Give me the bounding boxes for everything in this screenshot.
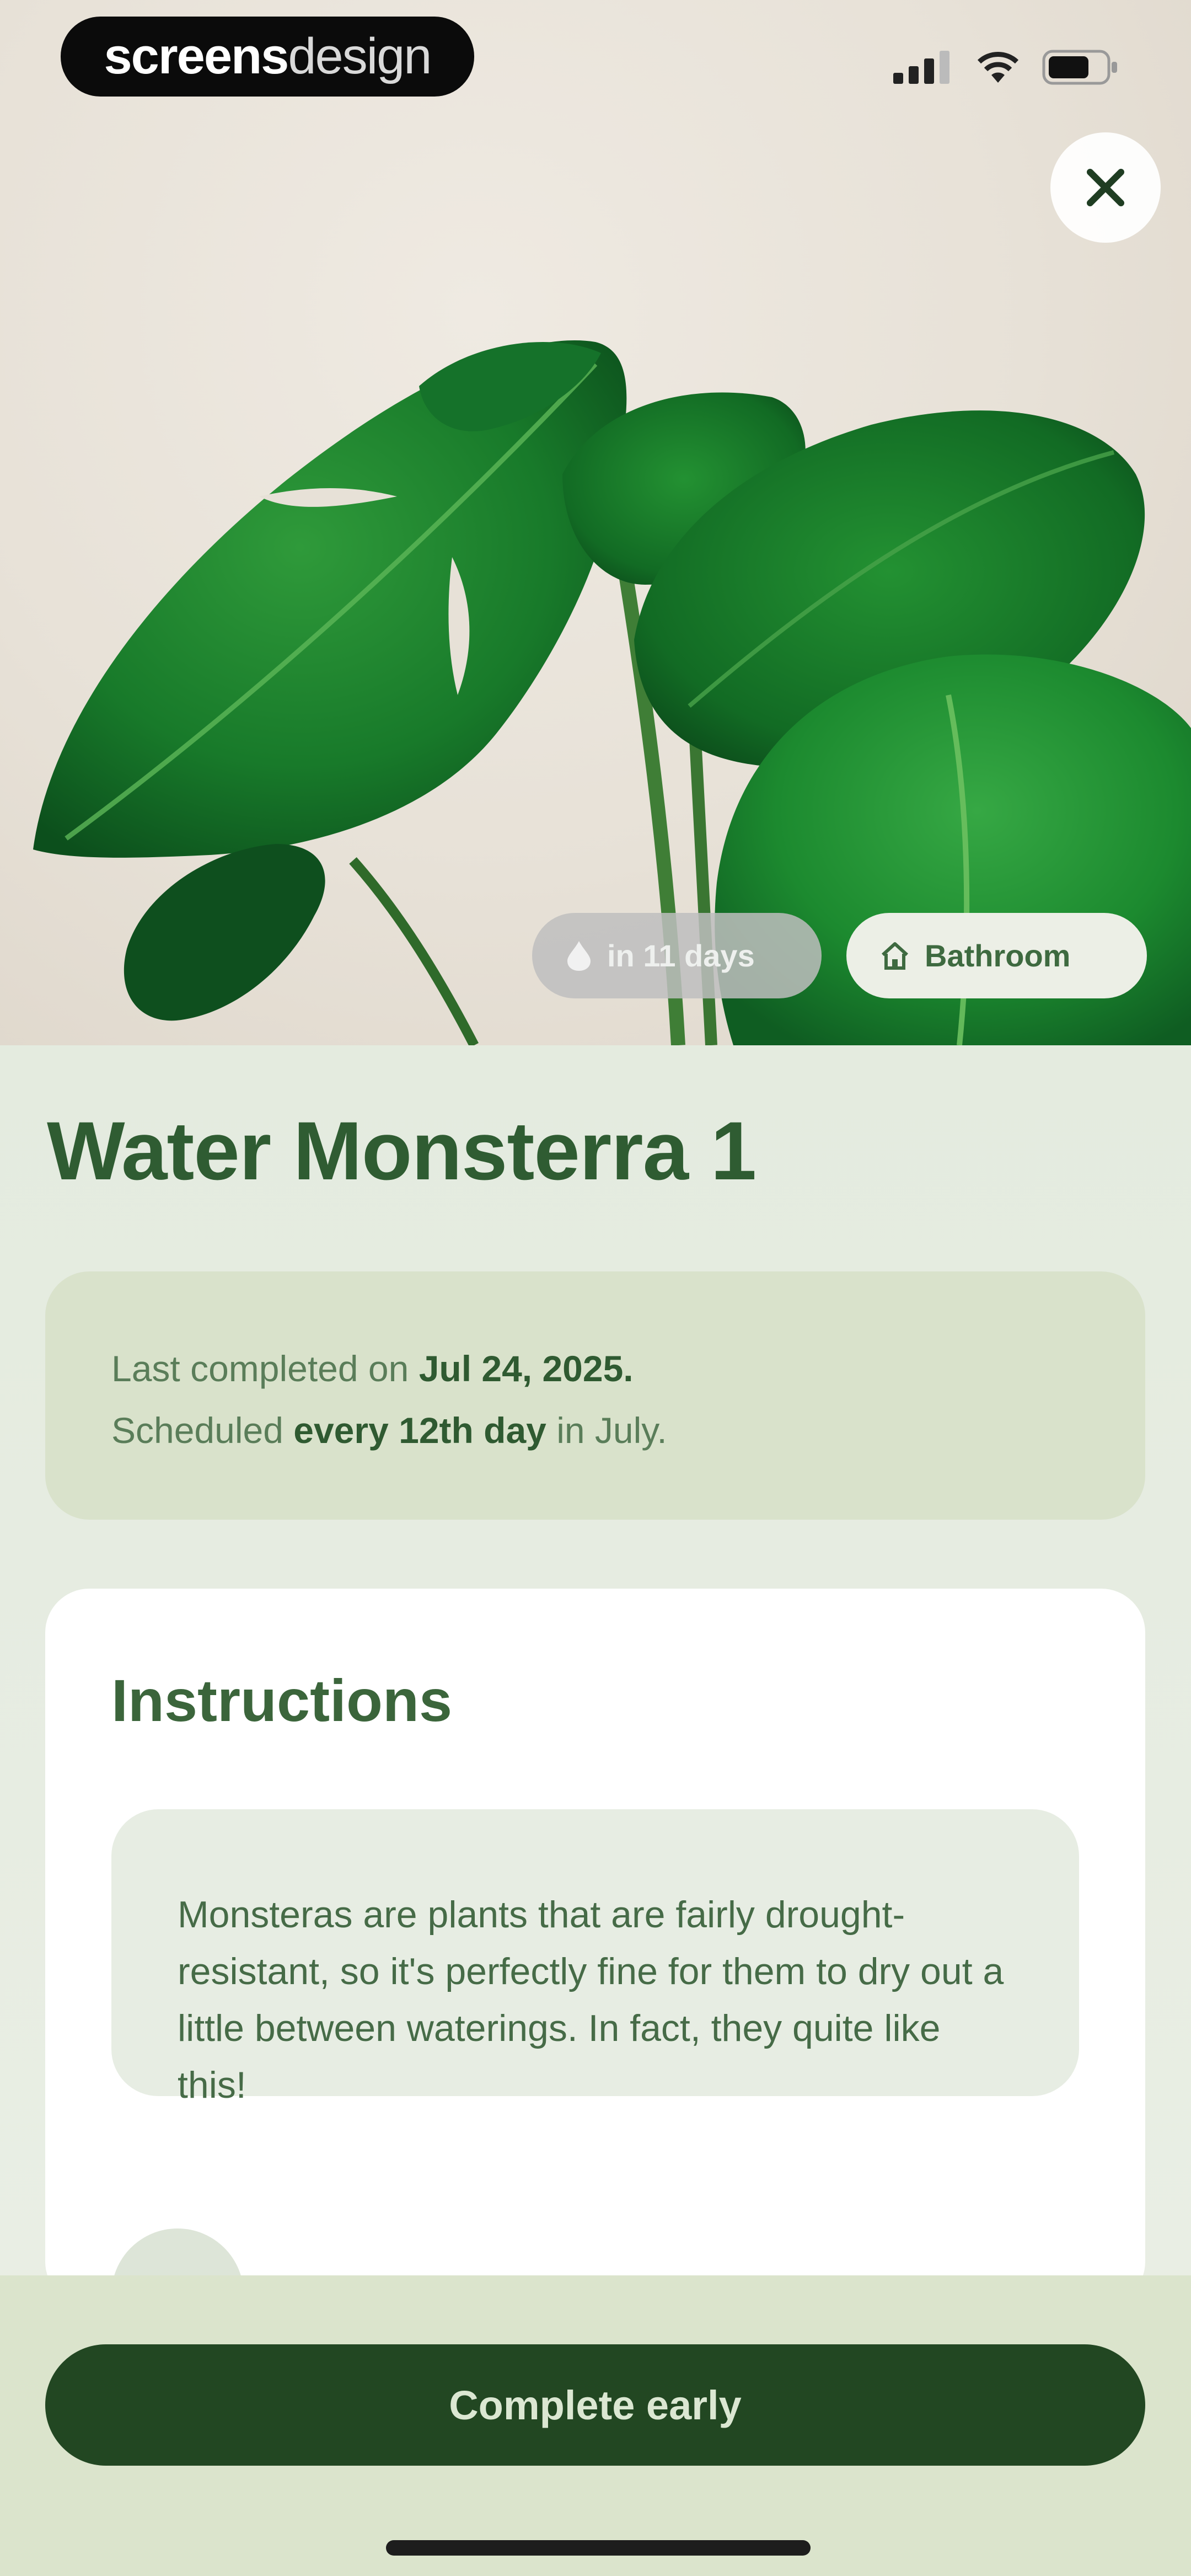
room-label: Bathroom: [925, 938, 1071, 973]
status-bar: [893, 50, 1119, 85]
schedule-frequency: every 12th day: [293, 1410, 546, 1451]
home-icon: [881, 942, 909, 970]
instructions-heading: Instructions: [111, 1667, 453, 1734]
plant-photo: [0, 0, 1191, 1045]
schedule-summary: Last completed on Jul 24, 2025. Schedule…: [45, 1271, 1145, 1520]
monstera-leaves-image: [33, 340, 1191, 1045]
water-drop-icon: [567, 940, 591, 971]
last-completed-line: Last completed on Jul 24, 2025.: [111, 1348, 634, 1389]
home-indicator[interactable]: [386, 2540, 811, 2556]
brand-logo: screensdesign: [61, 17, 474, 97]
schedule-frequency-line: Scheduled every 12th day in July.: [111, 1410, 667, 1451]
instructions-text: Monsteras are plants that are fairly dro…: [111, 1809, 1079, 2106]
battery-icon: [1042, 50, 1117, 85]
task-title: Water Monsterra 1: [47, 1104, 757, 1197]
complete-early-button[interactable]: Complete early: [45, 2344, 1145, 2466]
cellular-signal-icon: [893, 51, 949, 84]
room-chip[interactable]: Bathroom: [846, 913, 1147, 998]
wifi-icon: [977, 52, 1019, 83]
last-completed-date: Jul 24, 2025.: [419, 1348, 634, 1389]
close-button[interactable]: [1050, 132, 1161, 243]
due-in-label: in 11 days: [607, 938, 755, 973]
brand-name-light: design: [288, 28, 432, 84]
instructions-card: Instructions Monsteras are plants that a…: [45, 1589, 1145, 2361]
brand-name-bold: screens: [104, 28, 289, 84]
due-in-chip: in 11 days: [532, 913, 822, 998]
close-icon: [1087, 169, 1124, 206]
